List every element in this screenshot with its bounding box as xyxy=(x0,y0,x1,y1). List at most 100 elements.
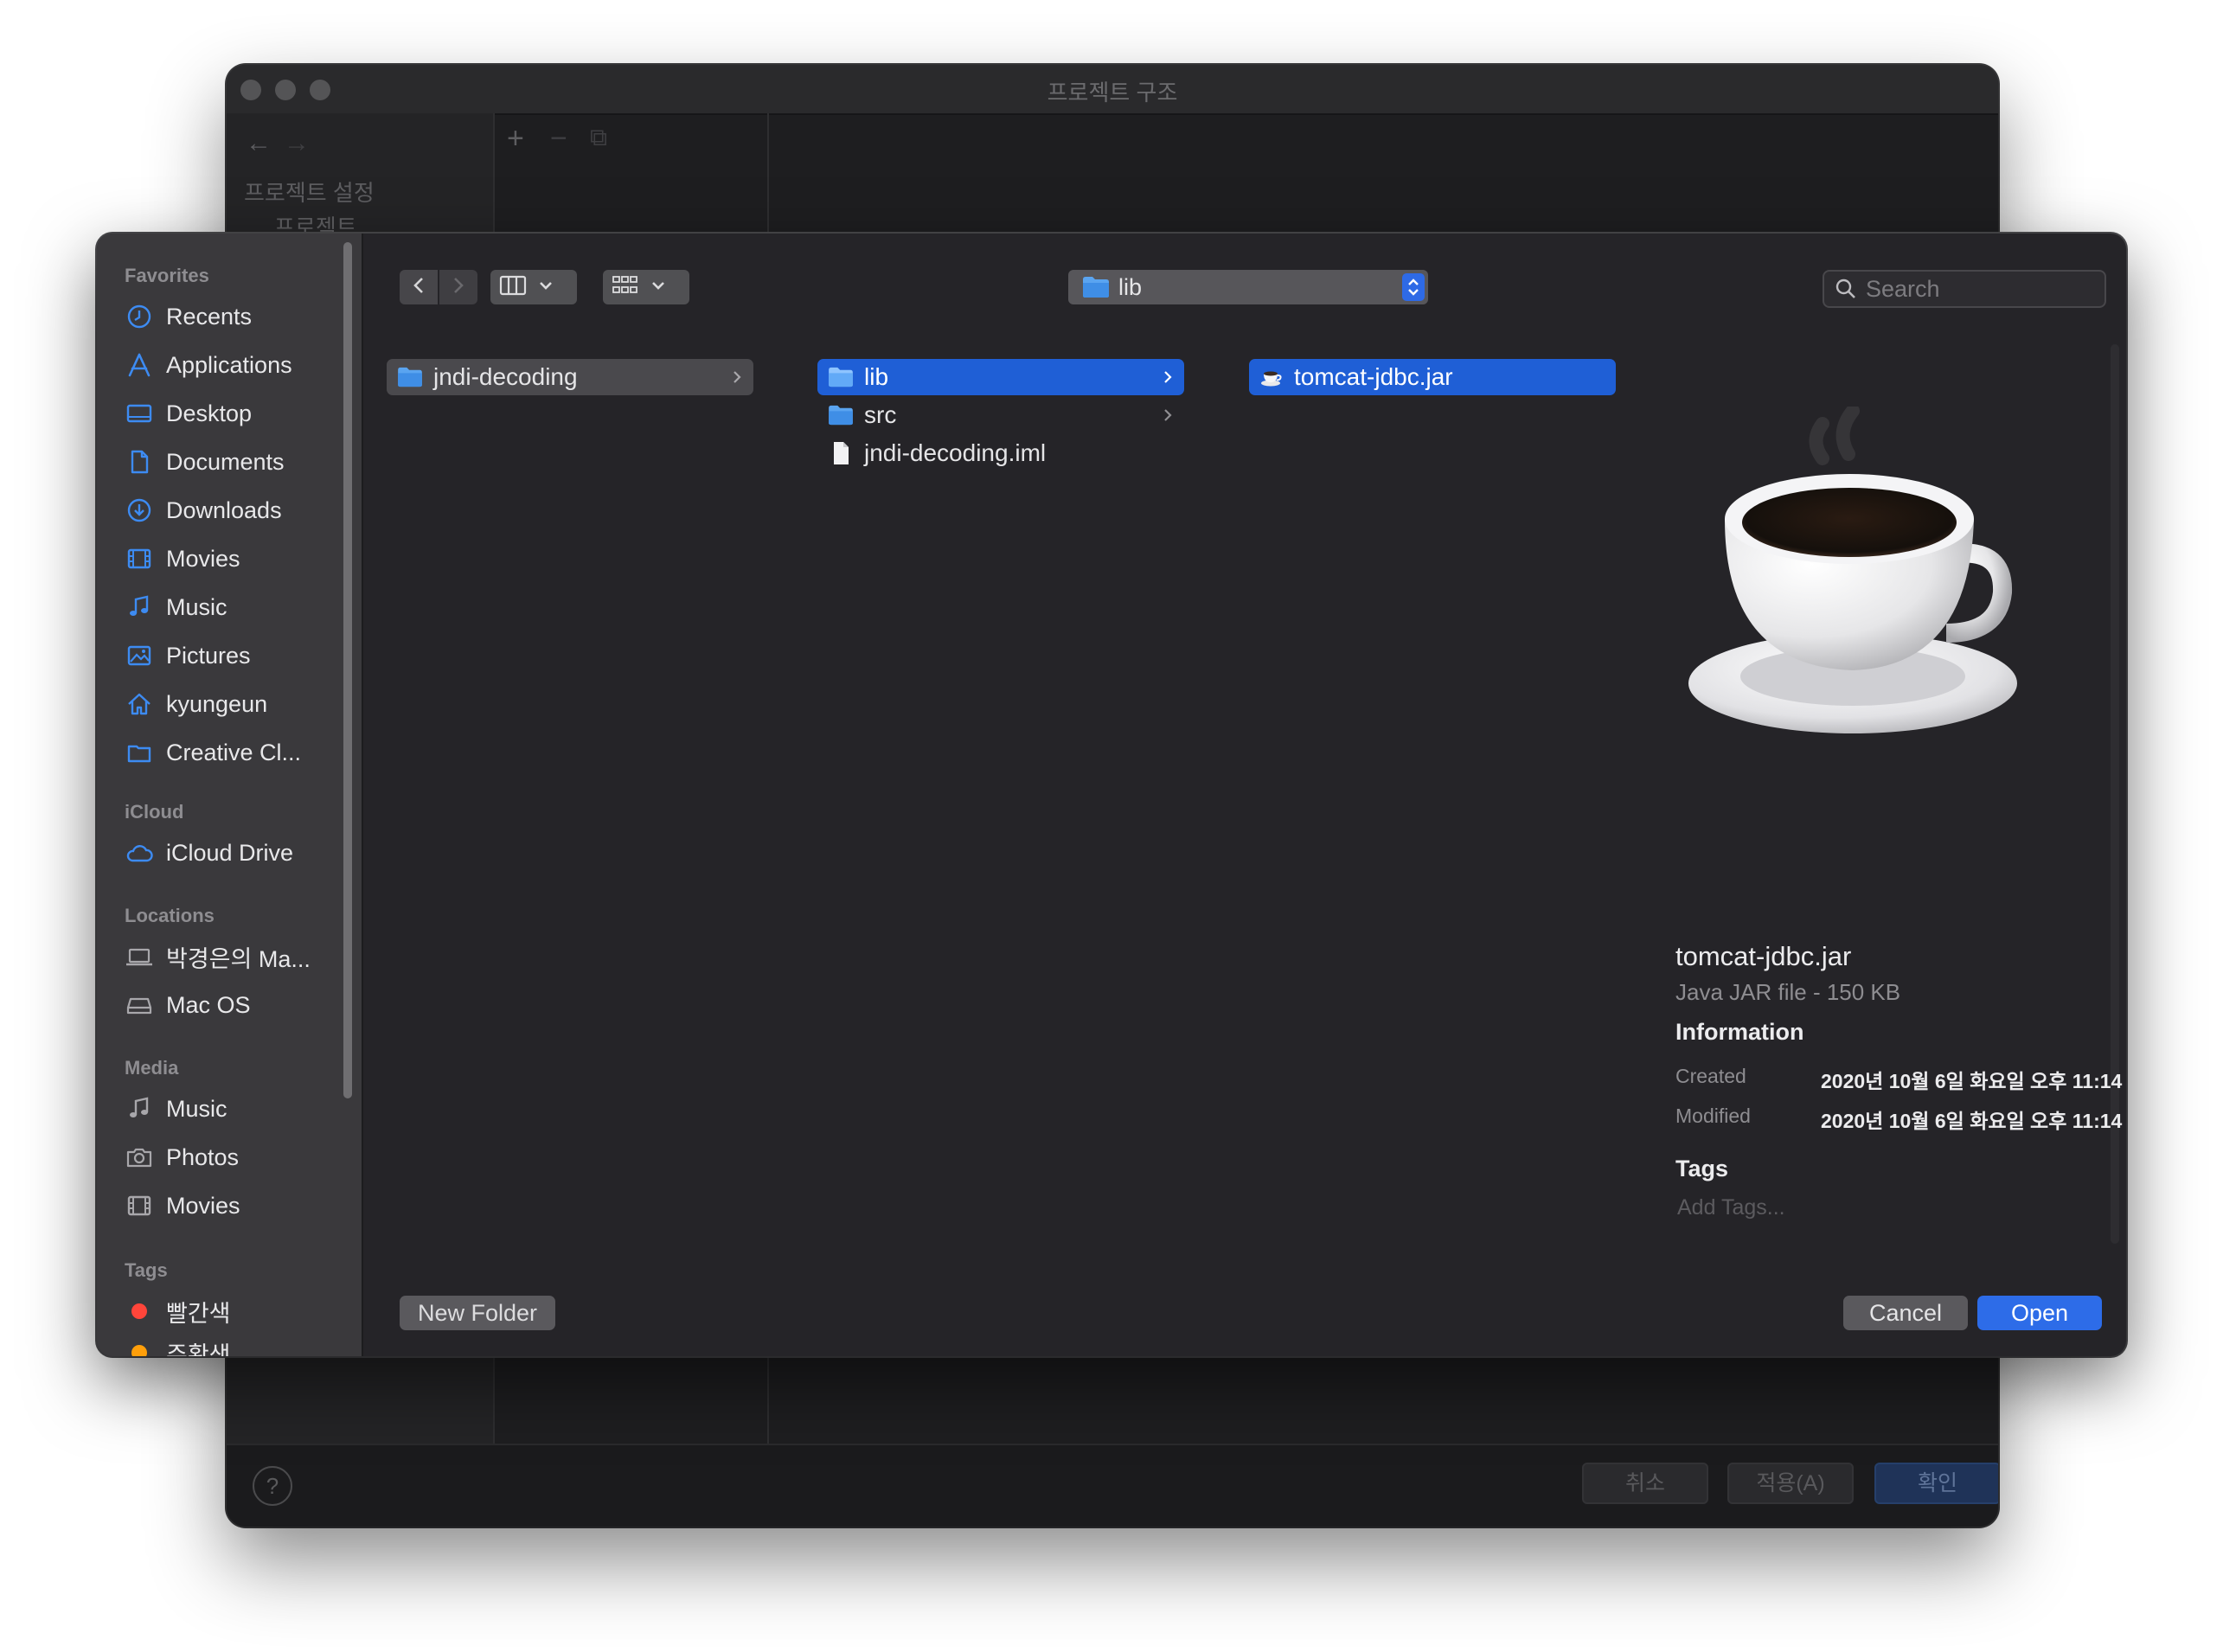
back-arrow-icon[interactable]: ← xyxy=(246,129,272,158)
group-mode-button[interactable] xyxy=(603,270,689,304)
sidebar-item-movies[interactable]: Movies xyxy=(125,536,341,581)
chevron-right-icon xyxy=(1162,366,1174,394)
sidebar-tag-orange[interactable]: 주황색 xyxy=(125,1330,341,1356)
favorites-section-title: Favorites xyxy=(125,265,209,286)
download-icon xyxy=(125,496,154,525)
sidebar-item-label: Movies xyxy=(166,1192,240,1219)
add-tags-field[interactable]: Add Tags... xyxy=(1677,1195,1785,1220)
sidebar-item-label: Recents xyxy=(166,303,253,330)
background-titlebar: 프로젝트 구조 xyxy=(227,65,1998,115)
list-item-src[interactable]: src xyxy=(817,397,1184,433)
modified-label: Modified xyxy=(1675,1105,1751,1127)
sidebar-item-label: 빨간색 xyxy=(166,1300,231,1327)
film-icon xyxy=(125,544,154,573)
preview-file-kind: Java JAR file - 150 KB xyxy=(1675,979,1901,1005)
red-tag-dot-icon xyxy=(125,1297,154,1326)
back-button[interactable] xyxy=(400,270,438,304)
icloud-section-title: iCloud xyxy=(125,801,184,823)
sidebar-item-creative-cloud[interactable]: Creative Cl... xyxy=(125,730,341,775)
sidebar-item-label: Mac OS xyxy=(166,991,251,1018)
view-mode-button[interactable] xyxy=(490,270,577,304)
disk-icon xyxy=(125,990,154,1020)
chevron-right-icon xyxy=(1162,404,1174,432)
sidebar-item-icloud-drive[interactable]: iCloud Drive xyxy=(125,830,341,875)
sidebar-item-applications[interactable]: Applications xyxy=(125,343,341,387)
desktop-icon xyxy=(125,399,154,428)
sidebar-item-downloads[interactable]: Downloads xyxy=(125,488,341,533)
sidebar-scrollbar[interactable] xyxy=(343,242,352,1098)
sidebar-item-macbook[interactable]: 박경은의 Ma... xyxy=(125,934,341,979)
remove-icon[interactable]: − xyxy=(550,122,567,156)
open-file-dialog: Favorites Recents Applications Desktop D… xyxy=(97,234,2126,1356)
sidebar-item-recents[interactable]: Recents xyxy=(125,294,341,339)
background-bottom-bar: ? 취소 적용(A) 확인 xyxy=(227,1444,1998,1527)
help-button[interactable]: ? xyxy=(253,1466,292,1506)
list-item-jndi-decoding[interactable]: jndi-decoding xyxy=(387,359,753,395)
up-down-chevron-icon xyxy=(1402,273,1425,301)
add-icon[interactable]: + xyxy=(507,122,524,156)
created-value: 2020년 10월 6일 화요일 오후 11:14 xyxy=(1821,1070,2123,1092)
background-cancel-button[interactable]: 취소 xyxy=(1582,1463,1708,1504)
java-cup-icon xyxy=(1259,367,1284,387)
orange-tag-dot-icon xyxy=(125,1338,154,1356)
sidebar-item-media-movies[interactable]: Movies xyxy=(125,1183,341,1228)
applications-icon xyxy=(125,350,154,380)
sidebar-item-label: Documents xyxy=(166,448,285,475)
search-icon xyxy=(1835,278,1857,300)
list-item-label: jndi-decoding.iml xyxy=(864,439,1047,466)
pictures-icon xyxy=(125,641,154,670)
sidebar-item-label: Movies xyxy=(166,545,240,572)
chevron-down-icon xyxy=(651,279,665,295)
sidebar-item-label: iCloud Drive xyxy=(166,839,294,866)
new-folder-button[interactable]: New Folder xyxy=(400,1296,555,1330)
sidebar-item-documents[interactable]: Documents xyxy=(125,439,341,484)
path-popup-button[interactable]: lib xyxy=(1068,270,1428,304)
chevron-down-icon xyxy=(539,279,553,295)
sidebar-item-home[interactable]: kyungeun xyxy=(125,682,341,727)
list-item-iml-file[interactable]: jndi-decoding.iml xyxy=(817,435,1184,471)
list-item-label: jndi-decoding xyxy=(433,363,578,390)
laptop-icon xyxy=(125,942,154,971)
cloud-icon xyxy=(125,838,154,868)
sidebar-item-label: 박경은의 Ma... xyxy=(166,945,311,972)
sidebar-item-pictures[interactable]: Pictures xyxy=(125,633,341,678)
list-item-label: lib xyxy=(864,363,889,390)
forward-arrow-icon[interactable]: → xyxy=(284,129,310,158)
created-label: Created xyxy=(1675,1065,1746,1087)
locations-section-title: Locations xyxy=(125,905,215,926)
sidebar-item-music[interactable]: Music xyxy=(125,585,341,630)
chevron-right-icon xyxy=(731,366,743,394)
sidebar-item-label: kyungeun xyxy=(166,690,268,717)
folder-icon xyxy=(828,405,854,426)
sidebar-tag-red[interactable]: 빨간색 xyxy=(125,1289,341,1334)
open-button[interactable]: Open xyxy=(1977,1296,2102,1330)
list-item-tomcat-jdbc-jar[interactable]: tomcat-jdbc.jar xyxy=(1249,359,1616,395)
sidebar-item-mac-os[interactable]: Mac OS xyxy=(125,983,341,1028)
java-coffee-cup-preview-icon xyxy=(1671,404,2034,752)
chevron-right-icon xyxy=(452,276,465,299)
sidebar-item-label: Photos xyxy=(166,1143,240,1170)
dialog-sidebar: Favorites Recents Applications Desktop D… xyxy=(97,234,363,1356)
sidebar-item-photos[interactable]: Photos xyxy=(125,1135,341,1180)
sidebar-item-label: Pictures xyxy=(166,642,251,669)
cancel-button[interactable]: Cancel xyxy=(1843,1296,1968,1330)
list-item-label: tomcat-jdbc.jar xyxy=(1294,363,1453,390)
sidebar-item-desktop[interactable]: Desktop xyxy=(125,391,341,436)
folder-icon xyxy=(397,367,423,387)
sidebar-item-label: Downloads xyxy=(166,496,282,523)
list-item-lib[interactable]: lib xyxy=(817,359,1184,395)
sidebar-item-media-music[interactable]: Music xyxy=(125,1086,341,1131)
sidebar-item-label: Applications xyxy=(166,351,292,378)
information-heading: Information xyxy=(1675,1019,1804,1045)
sidebar-item-label: 주황색 xyxy=(166,1341,231,1357)
forward-button[interactable] xyxy=(439,270,477,304)
copy-icon[interactable]: ⧉ xyxy=(590,124,607,152)
clock-icon xyxy=(125,302,154,331)
folder-icon xyxy=(1082,276,1110,298)
background-window-title: 프로젝트 구조 xyxy=(1047,80,1178,106)
background-apply-button[interactable]: 적용(A) xyxy=(1727,1463,1854,1504)
search-field[interactable]: Search xyxy=(1823,270,2106,308)
music-note-icon xyxy=(125,592,154,622)
background-ok-button[interactable]: 확인 xyxy=(1874,1463,1998,1504)
tags-section-title: Tags xyxy=(125,1259,168,1281)
